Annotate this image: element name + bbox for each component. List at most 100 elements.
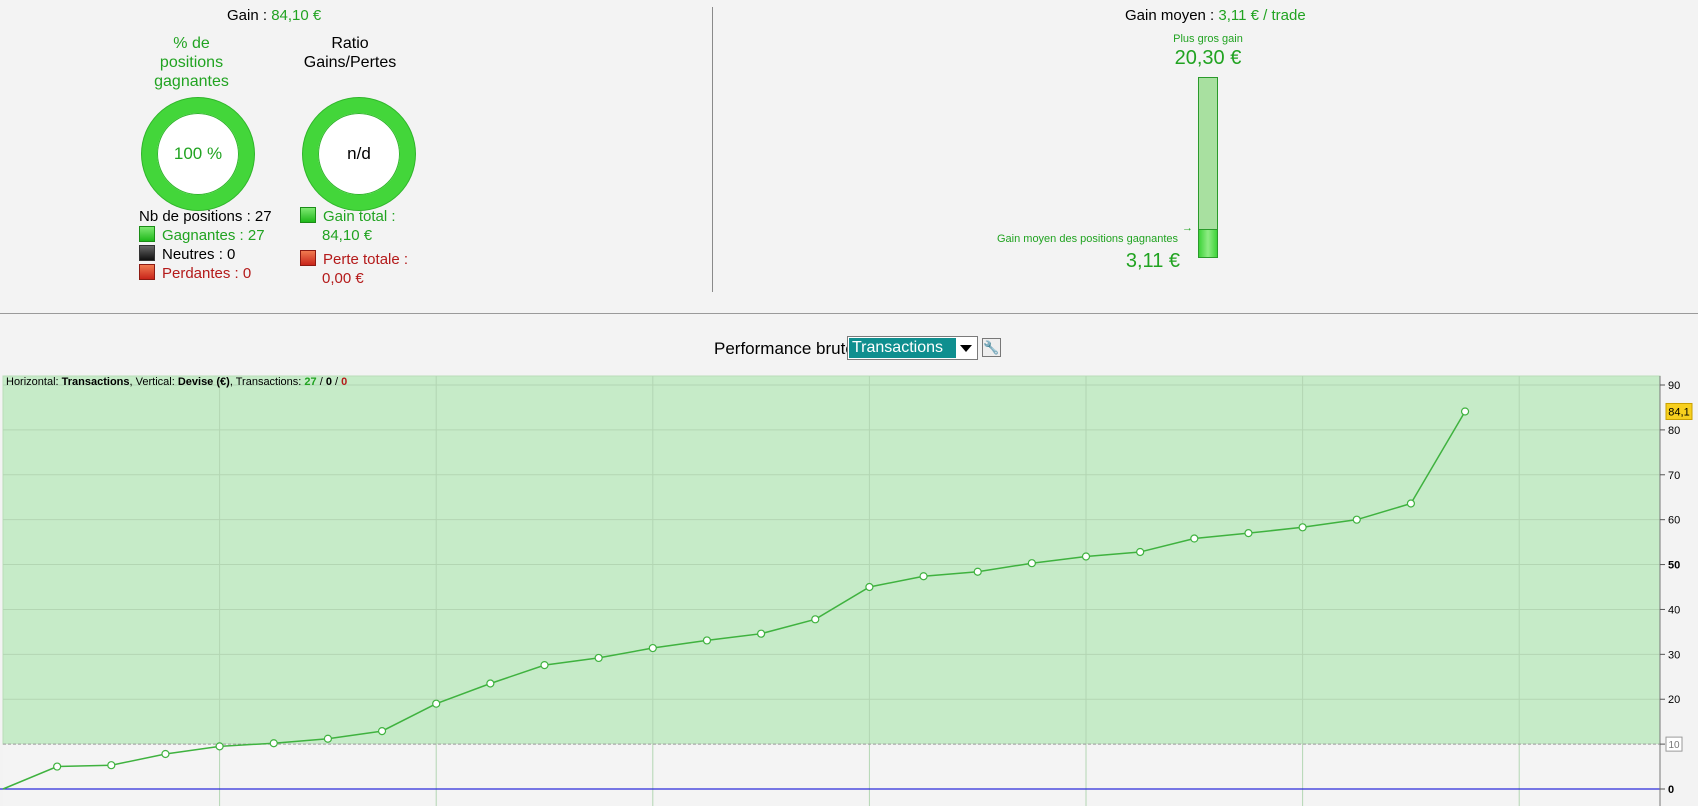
separator: / <box>335 376 339 388</box>
total-gain-amount: 84,10 € <box>322 227 373 244</box>
data-point <box>53 762 62 771</box>
data-point <box>1136 547 1145 557</box>
data-point <box>757 629 766 638</box>
data-point <box>486 679 495 688</box>
average-gain-label: Gain moyen : <box>1125 7 1215 24</box>
ratio-title-line: Ratio <box>331 35 369 52</box>
average-winning-gain-label: Gain moyen des positions gagnantes <box>996 233 1178 245</box>
black-legend-icon <box>139 245 155 261</box>
data-point <box>1406 499 1416 508</box>
y-axis: 0 10 20 30 40 50 60 70 80 90 84,1 <box>1659 376 1693 806</box>
arrow-right-icon: → <box>1182 222 1193 234</box>
horizontal-divider <box>0 313 1698 314</box>
total-loss-stat: Perte totale : 0,00 € <box>300 250 408 288</box>
separator: , <box>130 376 133 388</box>
total-loss-label: Perte totale : <box>323 251 409 268</box>
data-point <box>323 734 333 743</box>
data-point <box>648 643 657 653</box>
transactions-label: Transactions: <box>236 376 302 388</box>
green-legend-icon <box>300 207 316 223</box>
gain-value: 84,10 € <box>271 7 322 24</box>
data-point <box>540 661 549 670</box>
data-point <box>1244 529 1253 538</box>
neutral-positions: Neutres : 0 <box>139 245 235 264</box>
win-rate-title-line: % de <box>173 35 210 52</box>
data-point <box>1298 523 1307 532</box>
ratio-value: n/d <box>347 144 371 163</box>
data-point <box>594 653 603 663</box>
y-tick-label: 20 <box>1668 694 1680 706</box>
data-point <box>1190 534 1199 543</box>
data-point <box>865 582 874 592</box>
ratio-title: Ratio Gains/Pertes <box>290 34 410 72</box>
last-value-label: 84,1 <box>1668 406 1689 418</box>
vertical-divider <box>712 7 713 292</box>
y-tick-label: 10 <box>1668 740 1680 751</box>
performance-select[interactable]: Transactions <box>847 336 978 360</box>
average-winning-gain-value: 3,11 € <box>1125 250 1180 272</box>
ratio-gauge: n/d <box>303 98 415 210</box>
data-point <box>215 742 224 751</box>
y-tick-label: 90 <box>1668 380 1680 392</box>
chart-background <box>2 375 1661 806</box>
red-legend-icon <box>300 250 316 266</box>
average-gain-fill <box>1199 228 1217 257</box>
chevron-down-icon <box>960 345 972 352</box>
profit-zone <box>2 375 1661 745</box>
y-tick-label: 0 <box>1668 784 1674 796</box>
gain-label: Gain : <box>227 7 268 24</box>
data-point <box>973 567 982 576</box>
total-gain-stat: Gain total : 84,10 € <box>300 207 396 245</box>
separator: , <box>230 376 233 388</box>
max-gain-label: Plus gros gain <box>1173 33 1243 45</box>
below-threshold-zone <box>3 744 1660 806</box>
performance-label: Performance brute <box>714 339 855 358</box>
max-gain-value: 20,30 € <box>1174 47 1242 69</box>
winning-positions-label: Gagnantes : 27 <box>162 227 265 244</box>
data-point <box>702 636 712 645</box>
losing-positions: Perdantes : 0 <box>139 264 251 283</box>
y-tick-label: 50 <box>1668 560 1680 572</box>
y-tick-label: 60 <box>1668 515 1680 527</box>
data-point <box>432 699 441 708</box>
average-gain-value: 3,11 € / trade <box>1218 7 1306 24</box>
win-rate-gauge: 100 % <box>142 98 254 210</box>
horizontal-label: Horizontal: <box>6 376 59 388</box>
neutral-count: 0 <box>326 376 332 388</box>
data-point <box>377 726 387 736</box>
data-point <box>1352 515 1361 524</box>
data-point <box>811 615 820 624</box>
y-tick-label: 30 <box>1668 649 1680 661</box>
y-tick-label: 80 <box>1668 425 1680 437</box>
average-gain: Gain moyen : 3,11 € / trade <box>1125 7 1306 24</box>
total-gain: Gain : 84,10 € <box>227 7 321 24</box>
data-point <box>919 572 928 581</box>
performance-select-value: Transactions <box>849 338 956 358</box>
losing-positions-label: Perdantes : 0 <box>162 265 252 282</box>
vertical-value: Devise (€) <box>178 376 230 388</box>
green-legend-icon <box>139 226 155 242</box>
win-rate-value: 100 % <box>173 144 223 163</box>
results-summary-panel: Gain : 84,10 € % de positions gagnantes … <box>0 0 1698 313</box>
red-legend-icon <box>139 264 155 280</box>
ratio-title-line: Gains/Pertes <box>303 54 397 71</box>
win-rate-title-line: gagnantes <box>154 73 229 90</box>
data-point <box>1081 552 1091 561</box>
total-loss-amount: 0,00 € <box>322 270 364 287</box>
data-point <box>161 749 170 759</box>
data-point <box>107 761 116 770</box>
wrench-icon[interactable]: 🔧 <box>982 338 1001 357</box>
vertical-label: Vertical: <box>136 376 175 388</box>
total-gain-label: Gain total : <box>323 208 396 225</box>
chart-info-line: Horizontal: Transactions, Vertical: Devi… <box>6 376 347 388</box>
positions-count: Nb de positions : 27 <box>139 208 272 225</box>
data-point <box>269 739 278 748</box>
losses-count: 0 <box>341 376 347 388</box>
gain-bar <box>1198 77 1218 258</box>
win-rate-title: % de positions gagnantes <box>144 34 239 91</box>
data-point <box>1027 559 1036 568</box>
win-rate-title-line: positions <box>159 54 224 71</box>
data-point <box>1460 407 1470 416</box>
performance-toolbar: Performance brute Transactions 🔧 <box>0 336 1698 362</box>
wins-count: 27 <box>304 376 316 388</box>
